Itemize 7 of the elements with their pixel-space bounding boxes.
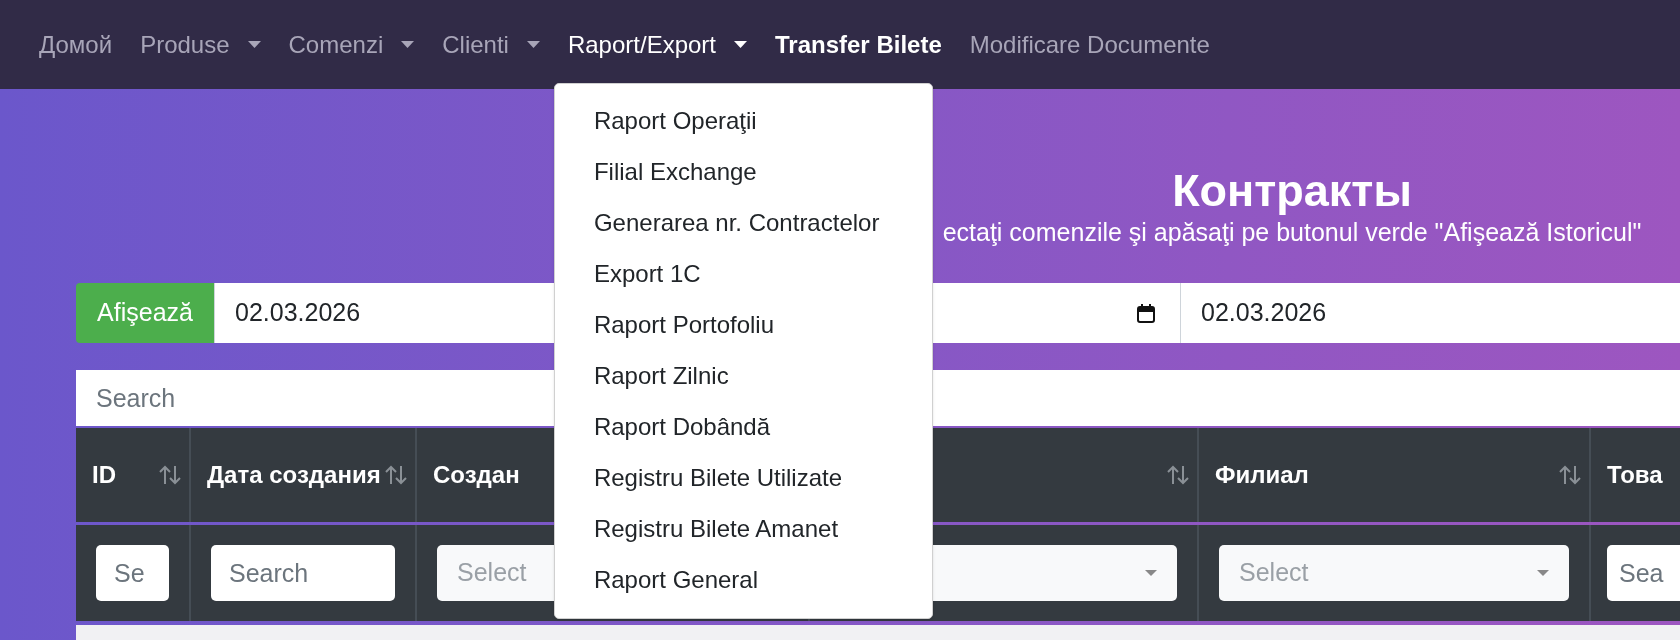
- page-subtitle: ectaţi comenzile şi apăsaţi pe butonul verde "Afişează Istoricul": [942, 217, 1642, 247]
- column-header: Дата создания: [207, 460, 381, 490]
- column-header: ID: [92, 460, 116, 490]
- page-title: Контракты: [1172, 165, 1412, 217]
- column-header: Филиал: [1215, 460, 1309, 490]
- column-header: Това: [1607, 460, 1663, 490]
- column-header: Создан: [433, 460, 520, 490]
